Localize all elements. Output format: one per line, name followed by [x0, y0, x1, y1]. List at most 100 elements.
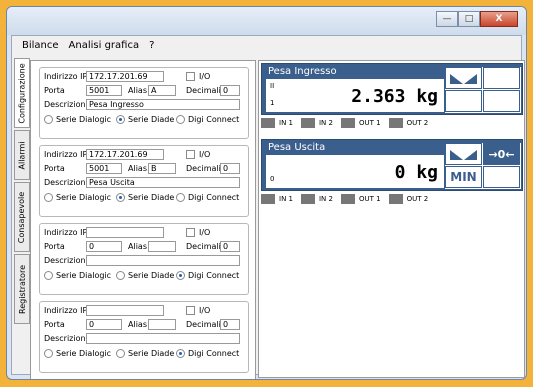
alias-label: Alias — [128, 320, 147, 329]
io-out2-label: OUT 2 — [406, 195, 429, 203]
ip-label: Indirizzo IP — [44, 150, 88, 159]
radio-serie-diade[interactable] — [116, 271, 125, 280]
alias-label: Alias — [128, 86, 147, 95]
io-label: I/O — [199, 228, 211, 237]
radio-digi-connect[interactable] — [176, 271, 185, 280]
io-out1-label: OUT 1 — [358, 195, 381, 203]
radio-serie-diade[interactable] — [116, 115, 125, 124]
io-out2: OUT 2 — [388, 193, 429, 205]
weight-display: II 1 2.363 kg — [266, 79, 444, 112]
alias-input[interactable]: B — [148, 163, 176, 174]
alias-input[interactable] — [148, 241, 176, 252]
io-out2: OUT 2 — [388, 117, 428, 129]
io-in1: IN 1 — [261, 193, 293, 205]
alias-input[interactable] — [148, 319, 176, 330]
io-label: I/O — [199, 72, 211, 81]
weight-display: 0 0 kg — [266, 155, 444, 188]
desc-input[interactable]: Pesa Ingresso — [86, 99, 240, 110]
ip-input[interactable] — [86, 227, 164, 238]
zero-indicator: →0← — [483, 143, 520, 165]
port-label: Porta — [44, 164, 65, 173]
desc-label: Descrizione — [44, 334, 91, 343]
decimali-input[interactable]: 0 — [220, 85, 240, 96]
decimali-label: Decimali — [186, 164, 221, 173]
zero-indicator — [483, 67, 520, 89]
close-button[interactable]: X — [480, 11, 518, 27]
ip-input[interactable]: 172.17.201.69 — [86, 149, 164, 160]
menu-bilance[interactable]: Bilance — [22, 40, 59, 51]
decimali-input[interactable]: 0 — [220, 319, 240, 330]
io-checkbox[interactable] — [186, 72, 195, 81]
title-bar: — □ X — [7, 7, 526, 35]
menu-help[interactable]: ? — [149, 40, 154, 51]
port-label: Porta — [44, 242, 65, 251]
radio-serie-diade[interactable] — [116, 349, 125, 358]
menu-analisi-grafica[interactable]: Analisi grafica — [69, 40, 140, 51]
radio-digi-connect[interactable] — [176, 115, 185, 124]
io-led-icon — [340, 194, 355, 204]
radio-serie-dialogic[interactable] — [44, 193, 53, 202]
port-label: Porta — [44, 86, 65, 95]
port-input[interactable]: 0 — [86, 319, 122, 330]
scale-title: Pesa Ingresso — [268, 66, 337, 77]
io-label: I/O — [199, 306, 211, 315]
radio-digi-connect[interactable] — [176, 193, 185, 202]
io-checkbox[interactable] — [186, 306, 195, 315]
io-checkbox[interactable] — [186, 150, 195, 159]
scale-box: Pesa Uscita 0 0 kg →0← MIN — [261, 139, 523, 191]
tab-configurazione-label: Configurazione — [17, 62, 27, 124]
radio-serie-diade-label: Serie Diade — [128, 193, 175, 202]
radio-serie-diade-label: Serie Diade — [128, 271, 175, 280]
radio-digi-connect-label: Digi Connect — [188, 115, 240, 124]
tab-allarmi[interactable]: Allarmi — [14, 130, 30, 180]
scale-config-group: Indirizzo IP I/O Porta 0 Alias Decimali … — [39, 301, 249, 373]
io-checkbox[interactable] — [186, 228, 195, 237]
blank-indicator — [483, 90, 520, 112]
radio-digi-connect-label: Digi Connect — [188, 271, 240, 280]
tab-registratore[interactable]: Registratore — [14, 254, 30, 324]
decimali-input[interactable]: 0 — [220, 241, 240, 252]
radio-serie-dialogic[interactable] — [44, 271, 53, 280]
radio-serie-diade[interactable] — [116, 193, 125, 202]
scale-config-group: Indirizzo IP 172.17.201.69 I/O Porta 500… — [39, 145, 249, 217]
radio-serie-diade-label: Serie Diade — [128, 115, 175, 124]
io-out1-label: OUT 1 — [358, 119, 381, 127]
config-panel: Indirizzo IP 172.17.201.69 I/O Porta 500… — [30, 60, 256, 379]
radio-serie-dialogic[interactable] — [44, 349, 53, 358]
port-input[interactable]: 5001 — [86, 85, 122, 96]
weight-value: 2.363 kg — [351, 86, 438, 107]
alias-label: Alias — [128, 242, 147, 251]
tab-registratore-label: Registratore — [17, 264, 27, 314]
port-label: Porta — [44, 320, 65, 329]
io-in2: IN 2 — [300, 193, 333, 205]
port-input[interactable]: 0 — [86, 241, 122, 252]
desc-input[interactable] — [86, 333, 240, 344]
desc-input[interactable]: Pesa Uscita — [86, 177, 240, 188]
tab-consapevole[interactable]: Consapevole — [14, 182, 30, 252]
stable-icon — [445, 67, 482, 89]
tab-configurazione[interactable]: Configurazione — [14, 58, 30, 128]
radio-digi-connect-label: Digi Connect — [188, 349, 240, 358]
ip-input[interactable] — [86, 305, 164, 316]
io-in1-label: IN 1 — [279, 195, 293, 203]
range-indicator: II — [270, 82, 275, 90]
decimali-label: Decimali — [186, 242, 221, 251]
ip-input[interactable]: 172.17.201.69 — [86, 71, 164, 82]
tab-consapevole-label: Consapevole — [17, 191, 27, 243]
scale-config-group: Indirizzo IP 172.17.201.69 I/O Porta 500… — [39, 67, 249, 139]
scale-box: Pesa Ingresso II 1 2.363 kg — [261, 63, 523, 115]
alias-input[interactable]: A — [148, 85, 176, 96]
stability-indicator: 0 — [270, 175, 275, 183]
desc-input[interactable] — [86, 255, 240, 266]
zero-indicator-label: →0← — [488, 147, 515, 161]
radio-digi-connect[interactable] — [176, 349, 185, 358]
maximize-button[interactable]: □ — [458, 11, 480, 27]
min-indicator-label: MIN — [450, 170, 477, 184]
port-input[interactable]: 5001 — [86, 163, 122, 174]
io-led-icon — [340, 118, 355, 128]
io-in2-label: IN 2 — [318, 119, 333, 127]
minimize-button[interactable]: — — [436, 11, 458, 27]
radio-serie-dialogic[interactable] — [44, 115, 53, 124]
desc-label: Descrizione — [44, 100, 91, 109]
decimali-input[interactable]: 0 — [220, 163, 240, 174]
